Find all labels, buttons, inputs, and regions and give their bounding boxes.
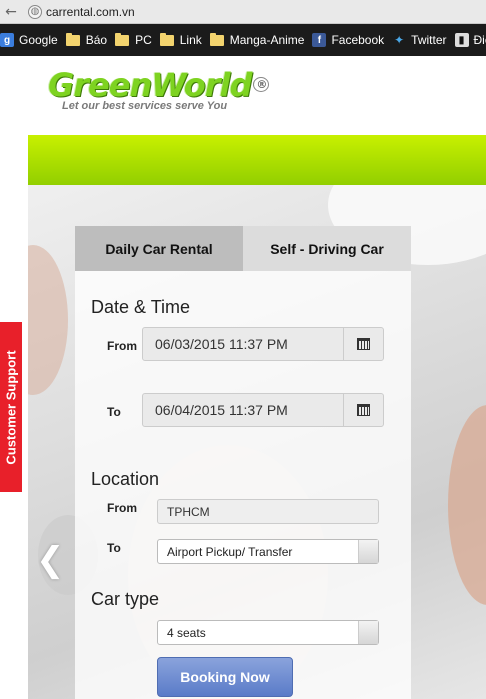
globe-icon: ◍ <box>28 4 42 19</box>
to-datetime-value[interactable]: 06/04/2015 11:37 PM <box>143 394 343 426</box>
booking-tabs: Daily Car Rental Self - Driving Car <box>75 226 411 271</box>
bookmark-bao[interactable]: Báo <box>65 32 108 47</box>
bookmark-label: Manga-Anime <box>229 33 305 47</box>
tab-self-driving-car[interactable]: Self - Driving Car <box>243 226 411 271</box>
bookmark-label: Google <box>19 33 58 47</box>
bookmark-label: Điể <box>473 33 486 47</box>
dropdown-caret-icon[interactable] <box>358 621 378 644</box>
location-heading: Location <box>91 469 160 489</box>
bookmark-link[interactable]: Link <box>159 32 202 47</box>
from-datetime-field[interactable]: 06/03/2015 11:37 PM <box>142 327 384 361</box>
folder-icon <box>209 32 224 46</box>
calendar-icon <box>357 404 370 416</box>
location-to-value: Airport Pickup/ Transfer <box>167 544 293 559</box>
bookmarks-bar: g Google Báo PC Link Manga-Anime f Faceb… <box>0 24 486 56</box>
google-icon: g <box>0 33 14 47</box>
folder-icon <box>159 32 174 46</box>
back-arrow-icon[interactable]: ← <box>0 1 22 23</box>
folder-icon <box>65 32 80 46</box>
to-calendar-button[interactable] <box>343 394 383 426</box>
bookmark-facebook[interactable]: f Facebook <box>312 33 384 47</box>
location-to-label: To <box>107 541 121 555</box>
facebook-icon: f <box>312 33 327 47</box>
bookmark-icon: ▮ <box>454 33 469 47</box>
bookmark-label: PC <box>135 33 152 47</box>
booking-panel: Daily Car Rental Self - Driving Car Date… <box>75 226 411 699</box>
car-type-heading: Car type <box>91 589 160 609</box>
bookmark-label: Link <box>179 33 202 47</box>
tab-daily-car-rental[interactable]: Daily Car Rental <box>75 226 243 271</box>
customer-support-tab[interactable]: Customer Support <box>0 322 22 492</box>
green-nav-bar <box>28 135 486 185</box>
location-from-input[interactable]: TPHCM <box>157 499 379 524</box>
calendar-icon <box>357 338 370 350</box>
address-bar[interactable]: ← ◍ carrental.com.vn <box>0 0 486 24</box>
bookmark-manga-anime[interactable]: Manga-Anime <box>209 32 305 47</box>
from-datetime-value[interactable]: 06/03/2015 11:37 PM <box>143 328 343 360</box>
folder-icon <box>115 32 130 46</box>
car-type-select[interactable]: 4 seats <box>157 620 379 645</box>
twitter-icon: ✦ <box>394 33 405 47</box>
bookmark-twitter[interactable]: ✦ Twitter <box>392 33 446 47</box>
to-datetime-field[interactable]: 06/04/2015 11:37 PM <box>142 393 384 427</box>
from-calendar-button[interactable] <box>343 328 383 360</box>
bookmark-label: Báo <box>85 33 108 47</box>
booking-now-button[interactable]: Booking Now <box>157 657 293 697</box>
greenworld-logo[interactable]: GreenWorld ® Let our best services serve … <box>48 68 270 112</box>
dropdown-caret-icon[interactable] <box>358 540 378 563</box>
location-from-label: From <box>107 501 137 515</box>
booking-form: Date & Time From 06/03/2015 11:37 PM To … <box>75 271 411 699</box>
url-text[interactable]: carrental.com.vn <box>46 5 135 19</box>
bookmark-label: Twitter <box>411 33 447 47</box>
page: GreenWorld ® Let our best services serve … <box>0 56 486 699</box>
bookmark-label: Facebook <box>331 33 385 47</box>
logo-text: GreenWorld ® <box>48 68 270 102</box>
datetime-heading: Date & Time <box>91 297 191 317</box>
bookmark-pc[interactable]: PC <box>115 32 152 47</box>
to-date-label: To <box>107 405 121 419</box>
car-type-value: 4 seats <box>167 625 206 640</box>
bookmark-google[interactable]: g Google <box>0 33 58 47</box>
carousel-prev-button[interactable]: ❮ <box>36 540 65 580</box>
location-to-select[interactable]: Airport Pickup/ Transfer <box>157 539 379 564</box>
bookmark-diem[interactable]: ▮ Điể <box>454 33 486 47</box>
customer-support-label: Customer Support <box>3 349 19 465</box>
from-date-label: From <box>107 339 137 353</box>
